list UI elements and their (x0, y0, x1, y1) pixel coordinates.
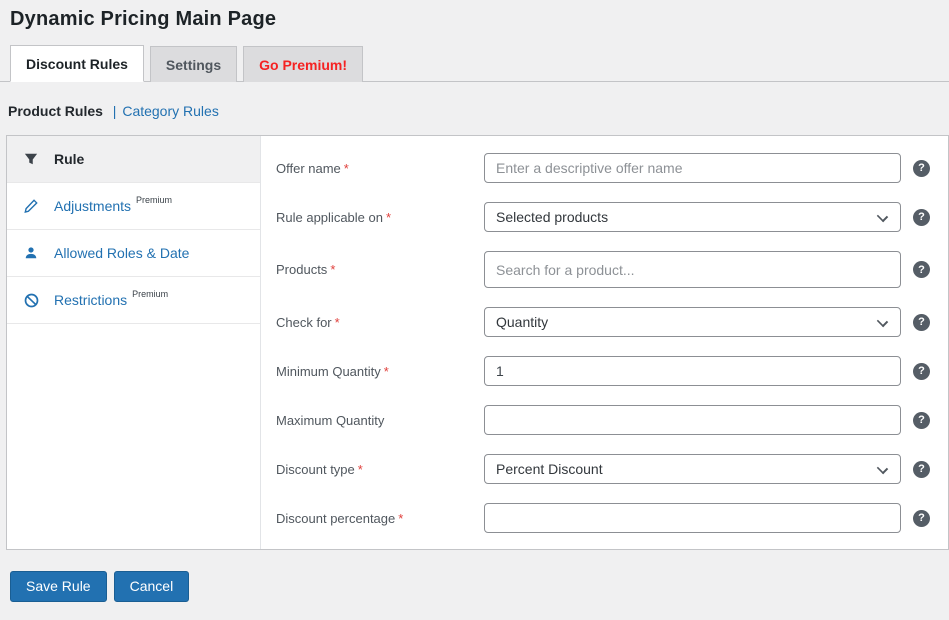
field-row-check-for: Check for* Quantity? (276, 307, 948, 337)
select-value: Percent Discount (496, 461, 603, 477)
field-label-text: Products (276, 262, 327, 277)
sidebar-item-label: Restrictions (54, 292, 127, 308)
help-icon[interactable]: ? (913, 461, 930, 478)
field-label: Minimum Quantity* (276, 364, 484, 379)
help-icon[interactable]: ? (913, 412, 930, 429)
user-icon (23, 245, 39, 261)
rule-applicable-on-select[interactable]: Selected products (484, 202, 901, 232)
premium-badge: Premium (132, 289, 168, 299)
rule-sidebar: Rule Adjustments Premium Allowed Roles & Da… (7, 136, 261, 549)
help-icon[interactable]: ? (913, 160, 930, 177)
subnav-product-rules[interactable]: Product Rules (8, 103, 103, 119)
sidebar-item-allowed-roles-date[interactable]: Allowed Roles & Date (7, 230, 260, 277)
rules-subnav: Product Rules | Category Rules (8, 103, 949, 121)
sidebar-item-adjustments[interactable]: Adjustments Premium (7, 183, 260, 230)
field-row-discount-percentage: Discount percentage*? (276, 503, 948, 533)
offer-name-input[interactable] (484, 153, 901, 183)
products-input[interactable] (484, 251, 901, 288)
tab-settings[interactable]: Settings (150, 46, 237, 82)
field-label: Offer name* (276, 161, 484, 176)
required-asterisk: * (386, 210, 391, 225)
field-label: Maximum Quantity (276, 413, 484, 428)
field-control: Selected products (484, 202, 901, 232)
filter-icon (23, 151, 39, 167)
discount-type-select[interactable]: Percent Discount (484, 454, 901, 484)
field-row-maximum-quantity: Maximum Quantity? (276, 405, 948, 435)
discount-percentage-input[interactable] (484, 503, 901, 533)
pencil-icon (23, 198, 39, 214)
field-label-text: Check for (276, 315, 332, 330)
field-control (484, 356, 901, 386)
field-label: Discount percentage* (276, 511, 484, 526)
form-actions: Save Rule Cancel (10, 571, 949, 602)
field-row-rule-applicable-on: Rule applicable on* Selected products? (276, 202, 948, 232)
premium-badge: Premium (136, 195, 172, 205)
minimum-quantity-input[interactable] (484, 356, 901, 386)
field-control: Percent Discount (484, 454, 901, 484)
maximum-quantity-input[interactable] (484, 405, 901, 435)
check-for-select[interactable]: Quantity (484, 307, 901, 337)
required-asterisk: * (398, 511, 403, 526)
rule-form: Offer name*?Rule applicable on*Selected … (261, 136, 948, 549)
sidebar-item-label: Allowed Roles & Date (54, 245, 189, 261)
sidebar-item-label: Adjustments (54, 198, 131, 214)
page-title: Dynamic Pricing Main Page (0, 0, 949, 31)
field-label-text: Maximum Quantity (276, 413, 384, 428)
help-icon[interactable]: ? (913, 510, 930, 527)
sidebar-item-rule[interactable]: Rule (7, 136, 260, 183)
subnav-separator: | (113, 103, 117, 119)
ban-icon (23, 292, 39, 308)
required-asterisk: * (330, 262, 335, 277)
field-label: Check for* (276, 315, 484, 330)
help-icon[interactable]: ? (913, 314, 930, 331)
save-rule-button[interactable]: Save Rule (10, 571, 107, 602)
sidebar-item-label: Rule (54, 151, 84, 167)
help-icon[interactable]: ? (913, 209, 930, 226)
field-label-text: Rule applicable on (276, 210, 383, 225)
tab-discount-rules[interactable]: Discount Rules (10, 45, 144, 82)
field-row-minimum-quantity: Minimum Quantity*? (276, 356, 948, 386)
field-row-products: Products*? (276, 251, 948, 288)
help-icon[interactable]: ? (913, 261, 930, 278)
chevron-down-icon (877, 316, 888, 327)
help-icon[interactable]: ? (913, 363, 930, 380)
field-label: Rule applicable on* (276, 210, 484, 225)
rule-panel: Rule Adjustments Premium Allowed Roles & Da… (6, 135, 949, 550)
field-label-text: Discount percentage (276, 511, 395, 526)
field-control: Quantity (484, 307, 901, 337)
select-value: Selected products (496, 209, 608, 225)
field-label: Products* (276, 262, 484, 277)
field-label-text: Discount type (276, 462, 355, 477)
subnav-category-rules[interactable]: Category Rules (122, 103, 219, 119)
field-row-offer-name: Offer name*? (276, 153, 948, 183)
sidebar-item-restrictions[interactable]: Restrictions Premium (7, 277, 260, 324)
field-control (484, 251, 901, 288)
cancel-button[interactable]: Cancel (114, 571, 190, 602)
chevron-down-icon (877, 211, 888, 222)
select-value: Quantity (496, 314, 548, 330)
chevron-down-icon (877, 463, 888, 474)
field-control (484, 405, 901, 435)
field-control (484, 503, 901, 533)
tab-go-premium[interactable]: Go Premium! (243, 46, 363, 82)
field-control (484, 153, 901, 183)
tab-bar: Discount RulesSettingsGo Premium! (0, 44, 949, 82)
field-row-discount-type: Discount type* Percent Discount? (276, 454, 948, 484)
required-asterisk: * (344, 161, 349, 176)
field-label: Discount type* (276, 462, 484, 477)
required-asterisk: * (335, 315, 340, 330)
field-label-text: Minimum Quantity (276, 364, 381, 379)
field-label-text: Offer name (276, 161, 341, 176)
required-asterisk: * (384, 364, 389, 379)
required-asterisk: * (358, 462, 363, 477)
